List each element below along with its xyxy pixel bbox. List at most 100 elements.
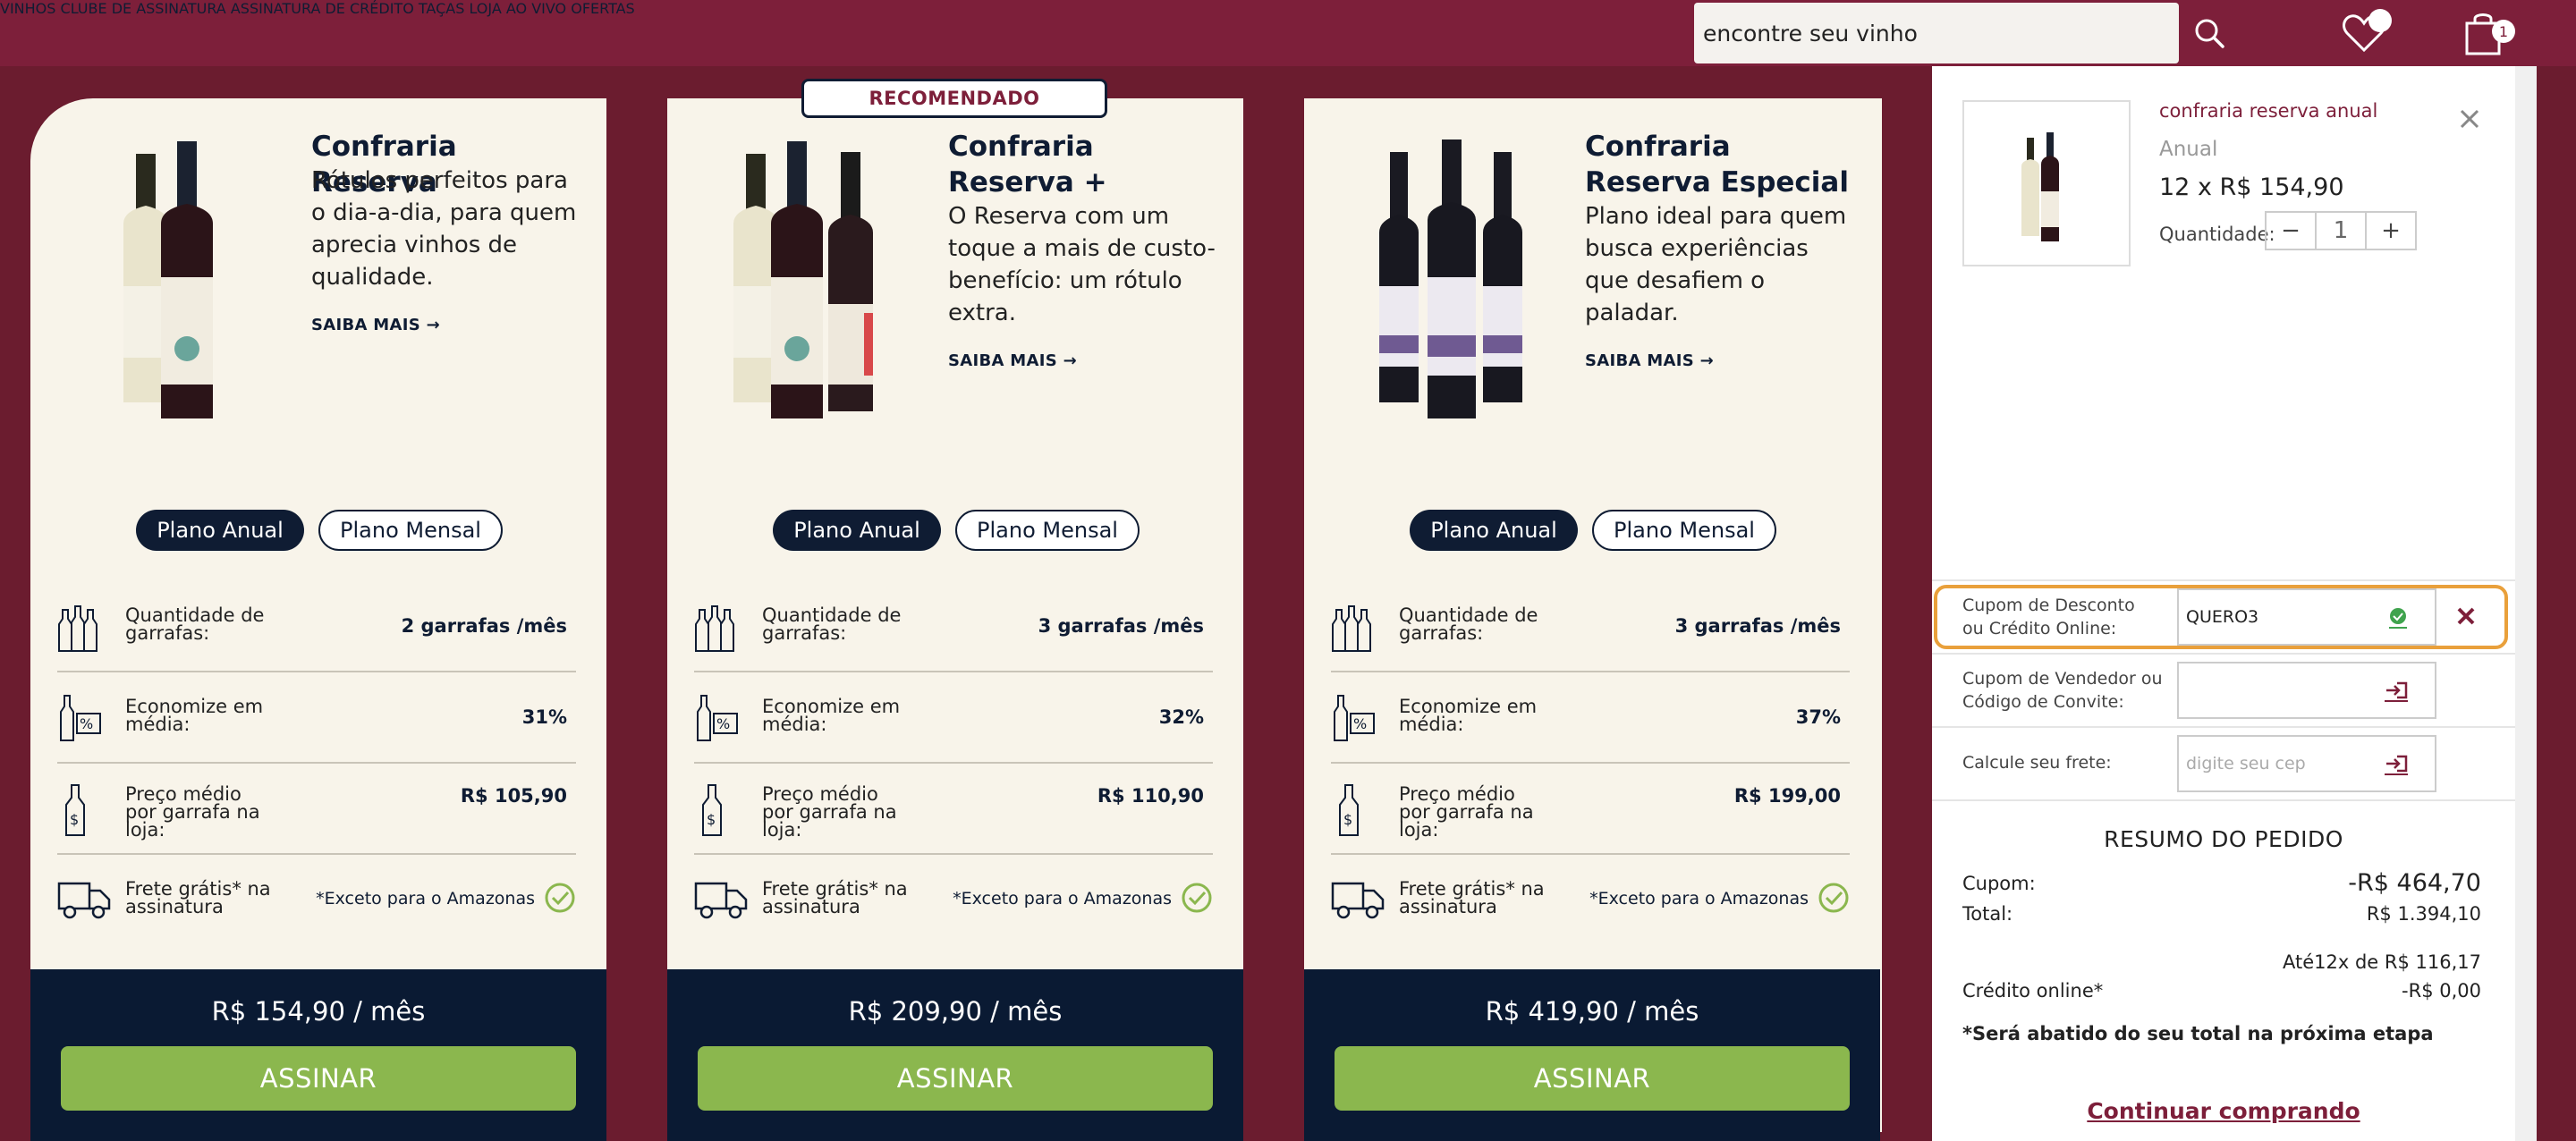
plan-mensal-toggle[interactable]: Plano Mensal [1592, 510, 1776, 551]
bottle-price-icon: $ [65, 784, 85, 836]
qty-value: 2 garrafas /mês [401, 615, 567, 637]
nav-vinhos[interactable]: VINHOS [0, 0, 55, 17]
login-arrow-icon[interactable] [2383, 680, 2410, 703]
summary-coupon-label: Cupom: [1962, 873, 2036, 894]
drawer-scrollbar[interactable] [2515, 66, 2537, 1141]
card-description: Plano ideal para quem busca experiências… [1585, 203, 1847, 326]
svg-text:%: % [716, 715, 730, 732]
saiba-mais-link[interactable]: SAIBA MAIS → [948, 351, 1077, 370]
wishlist-button[interactable] [2342, 9, 2392, 57]
card-gap [1243, 98, 1304, 1141]
saiba-mais-link[interactable]: SAIBA MAIS → [311, 316, 440, 334]
card-description: O Reserva com um toque a mais de custo-b… [948, 203, 1216, 326]
shipping-calc-row: Calcule seu frete: digite seu cep [1932, 726, 2515, 801]
price-row: $ Preço médio por garrafa na loja: R$ 19… [1331, 764, 1850, 855]
nav-assinatura-de-credito[interactable]: ASSINATURA DE CRÉDITO [231, 0, 414, 17]
search-input[interactable] [1694, 3, 2179, 63]
seller-code-input[interactable] [2177, 662, 2436, 719]
seller-code-label: Cupom de Vendedor ou Código de Convite: [1962, 669, 2163, 712]
price-label: Preço médio por garrafa na loja: [1399, 783, 1534, 841]
search-button[interactable] [2179, 3, 2240, 63]
bottle-discount-icon: % [697, 695, 738, 741]
summary-total-label: Total: [1962, 903, 2013, 925]
cart-button[interactable]: 1 [2463, 11, 2517, 61]
monthly-price: R$ 209,90 / mês [848, 996, 1063, 1027]
savings-row: % Economize em média: 31% [57, 672, 576, 764]
search-box [1694, 3, 2179, 63]
cart-product-price: 12 x R$ 154,90 [2159, 173, 2344, 201]
savings-value: 32% [1158, 706, 1204, 728]
qty-value: 3 garrafas /mês [1038, 615, 1204, 637]
plan-anual-toggle[interactable]: Plano Anual [773, 510, 941, 551]
savings-label: Economize em média: [1399, 696, 1538, 735]
quantity-decrease-button[interactable]: − [2267, 213, 2315, 249]
nav-loja-ao-vivo[interactable]: LOJA AO VIVO [469, 0, 566, 17]
quantity-value[interactable]: 1 [2315, 213, 2367, 249]
quantity-increase-button[interactable]: + [2367, 213, 2415, 249]
login-arrow-icon[interactable] [2383, 753, 2410, 776]
quantity-label: Quantidade: [2159, 224, 2275, 245]
bottles-icon [58, 605, 97, 652]
shipping-row: Frete grátis* na assinatura *Exceto para… [1331, 855, 1850, 946]
assinar-button[interactable]: ASSINAR [1335, 1046, 1850, 1111]
qty-row: Quantidade de garrafas: 3 garrafas /mês [1331, 581, 1850, 672]
plan-card-reserva-plus: Confraria Reserva + O Reserva com um toq… [667, 98, 1243, 1141]
price-label: Preço médio por garrafa na loja: [125, 783, 260, 841]
monthly-price: R$ 419,90 / mês [1485, 996, 1699, 1027]
qty-label: Quantidade de garrafas: [762, 604, 902, 644]
remove-item-close-icon[interactable] [2454, 104, 2485, 134]
assinar-button[interactable]: ASSINAR [698, 1046, 1213, 1111]
qty-label: Quantidade de garrafas: [125, 604, 265, 644]
saiba-mais-link[interactable]: SAIBA MAIS → [1585, 351, 1714, 370]
svg-text:%: % [1353, 715, 1367, 732]
check-circle-icon [1818, 883, 1849, 913]
summary-total-value: R$ 1.394,10 [2366, 903, 2481, 925]
plan-card-reserva: Confraria Reserva Rótulos perfeitos para… [30, 98, 606, 1141]
plan-anual-toggle[interactable]: Plano Anual [136, 510, 304, 551]
nav-ofertas[interactable]: OFERTAS [571, 0, 635, 17]
price-row: $ Preço médio por garrafa na loja: R$ 11… [694, 764, 1213, 855]
summary-note: *Será abatido do seu total na próxima et… [1962, 1023, 2434, 1044]
bottles-icon [695, 605, 734, 652]
continue-shopping-link[interactable]: Continuar comprando [1932, 1098, 2515, 1124]
savings-row: % Economize em média: 37% [1331, 672, 1850, 764]
bottle-discount-icon: % [60, 695, 101, 741]
nav-clube-de-assinatura[interactable]: CLUBE DE ASSINATURA [61, 0, 226, 17]
plan-mensal-toggle[interactable]: Plano Mensal [318, 510, 503, 551]
nav-tacas[interactable]: TAÇAS [419, 0, 464, 17]
bottle-price-icon: $ [702, 784, 722, 836]
cart-product-name[interactable]: confraria reserva anual [2159, 100, 2377, 122]
card-title: Confraria Reserva Especial [1585, 131, 1849, 199]
summary-coupon-value: -R$ 464,70 [2348, 869, 2481, 897]
cep-input[interactable]: digite seu cep [2177, 735, 2436, 792]
savings-value: 37% [1795, 706, 1841, 728]
plan-mensal-toggle[interactable]: Plano Mensal [955, 510, 1140, 551]
savings-label: Economize em média: [762, 696, 901, 735]
bottle-price-icon: $ [1339, 784, 1359, 836]
shipping-label: Frete grátis* na assinatura [762, 878, 908, 917]
seller-code-row: Cupom de Vendedor ou Código de Convite: [1932, 653, 2515, 726]
monthly-price: R$ 154,90 / mês [211, 996, 426, 1027]
wine-bottles-image [733, 141, 873, 418]
truck-icon [694, 882, 748, 919]
wine-bottles-image [123, 141, 213, 418]
price-label: Preço médio por garrafa na loja: [762, 783, 897, 841]
svg-text:$: $ [1343, 811, 1352, 828]
bottles-icon [1332, 605, 1371, 652]
check-circle-icon [1182, 883, 1212, 913]
summary-credit-label: Crédito online* [1962, 980, 2104, 1002]
plan-anual-toggle[interactable]: Plano Anual [1410, 510, 1578, 551]
assinar-button[interactable]: ASSINAR [61, 1046, 576, 1111]
price-value: R$ 199,00 [1733, 785, 1841, 807]
savings-value: 31% [521, 706, 567, 728]
svg-text:$: $ [707, 811, 716, 828]
cep-placeholder: digite seu cep [2186, 754, 2306, 773]
price-row: $ Preço médio por garrafa na loja: R$ 10… [57, 764, 576, 855]
svg-text:$: $ [70, 811, 79, 828]
cart-product-thumbnail[interactable] [1962, 100, 2131, 266]
shipping-note: *Exceto para o Amazonas [953, 889, 1172, 909]
shipping-label: Frete grátis* na assinatura [1399, 878, 1545, 917]
wishlist-badge [2368, 9, 2392, 32]
wine-bottles-image [1379, 139, 1522, 418]
summary-credit-line: Crédito online* -R$ 0,00 [1962, 980, 2481, 1002]
